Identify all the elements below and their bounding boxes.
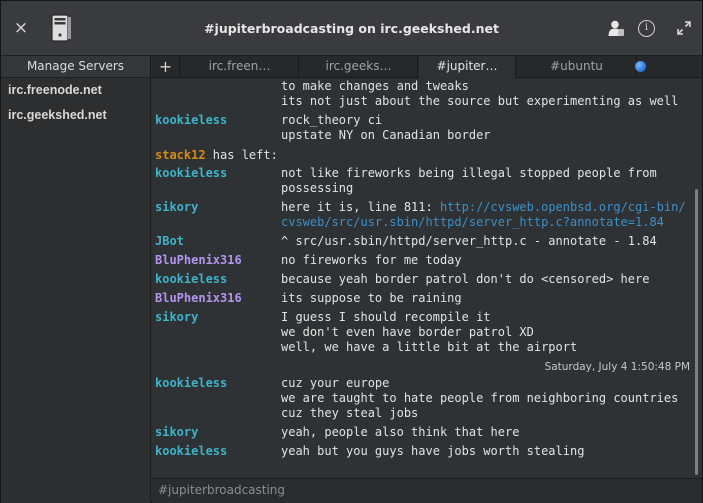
chat-log: to make changes and tweaks its not just … [152, 79, 692, 478]
part-text: has left: [205, 148, 278, 162]
title-bar: × #jupiterbroadcasting on irc.geekshed.n… [1, 1, 702, 56]
nick[interactable]: sikory [155, 200, 198, 214]
irc-client-window: × #jupiterbroadcasting on irc.geekshed.n… [0, 0, 703, 503]
message-text: no fireworks for me today [281, 253, 462, 267]
nick[interactable]: sikory [155, 425, 198, 439]
nick[interactable]: sikory [155, 310, 198, 324]
scrollbar-thumb[interactable] [695, 189, 698, 475]
maximize-icon[interactable] [676, 20, 692, 36]
sidebar-item-freenode[interactable]: irc.freenode.net [1, 78, 150, 103]
nick[interactable]: kookieless [155, 376, 227, 390]
nick[interactable]: kookieless [155, 272, 227, 286]
nick[interactable]: kookieless [155, 166, 227, 180]
nick[interactable]: stack12 [155, 148, 206, 162]
channel-tab-bar: + irc.freen… irc.geeks… #jupiter… #ubunt… [152, 56, 702, 78]
notification-dot-icon [635, 61, 646, 72]
message-text: well, we have a little bit at the airpor… [281, 340, 578, 354]
message-text: we are taught to hate people from neighb… [281, 391, 679, 405]
add-tab-button[interactable]: + [152, 56, 180, 78]
nick[interactable]: kookieless [155, 113, 227, 127]
message-text: to make changes and tweaks [281, 79, 469, 93]
nick[interactable]: BluPhenix316 [155, 291, 242, 305]
message-text: upstate NY on Canadian border [281, 128, 491, 142]
message-input[interactable]: #jupiterbroadcasting [152, 478, 702, 503]
message-text: cuz they steal jobs [281, 406, 419, 420]
manage-servers-button[interactable]: Manage Servers [1, 56, 150, 78]
message-text: its suppose to be raining [281, 291, 462, 305]
message-text-prefix: here it is, line 811: [281, 200, 440, 214]
nick[interactable]: kookieless [155, 444, 227, 458]
message-text: its not just about the source but experi… [281, 94, 679, 108]
message-text: cuz your europe [281, 376, 390, 390]
chat-scrollbar[interactable] [692, 79, 702, 478]
tab-irc-geekshed[interactable]: irc.geeks… [300, 56, 418, 78]
tab-jupiterbroadcasting[interactable]: #jupiter… [419, 56, 516, 78]
window-title: #jupiterbroadcasting on irc.geekshed.net [204, 21, 499, 36]
message-text: here it is, line 811: http://cvsweb.open… [281, 200, 686, 215]
message-text: ^ src/usr.sbin/httpd/server_http.c - ann… [281, 234, 657, 248]
message-text: not like fireworks being illegal stopped… [281, 166, 657, 180]
date-separator: Saturday, July 4 1:50:48 PM [544, 361, 690, 373]
url-link[interactable]: cvsweb/src/usr.sbin/httpd/server_http.c?… [281, 215, 686, 230]
part-notice: stack12 has left: [155, 148, 278, 163]
url-link[interactable]: http://cvsweb.openbsd.org/cgi-bin/ [440, 200, 686, 214]
nick[interactable]: JBot [155, 234, 184, 248]
user-icon[interactable] [607, 19, 625, 37]
tab-ubuntu-label: #ubuntu [550, 59, 603, 73]
tab-ubuntu[interactable]: #ubuntu [517, 56, 646, 78]
server-sidebar: Manage Servers irc.freenode.net irc.geek… [1, 56, 151, 503]
message-text: yeah but you guys have jobs worth steali… [281, 444, 585, 458]
message-text: I guess I should recompile it [281, 310, 491, 324]
message-text: rock_theory ci [281, 113, 383, 127]
nick[interactable]: BluPhenix316 [155, 253, 242, 267]
message-text: we don't even have border patrol XD [281, 325, 534, 339]
message-text: possessing [281, 181, 354, 195]
sidebar-item-geekshed[interactable]: irc.geekshed.net [1, 103, 150, 128]
tab-irc-freenode[interactable]: irc.freen… [181, 56, 299, 78]
message-text: because yeah border patrol don't do <cen… [281, 272, 650, 286]
info-icon[interactable]: i [638, 20, 655, 37]
message-text: yeah, people also think that here [281, 425, 520, 439]
